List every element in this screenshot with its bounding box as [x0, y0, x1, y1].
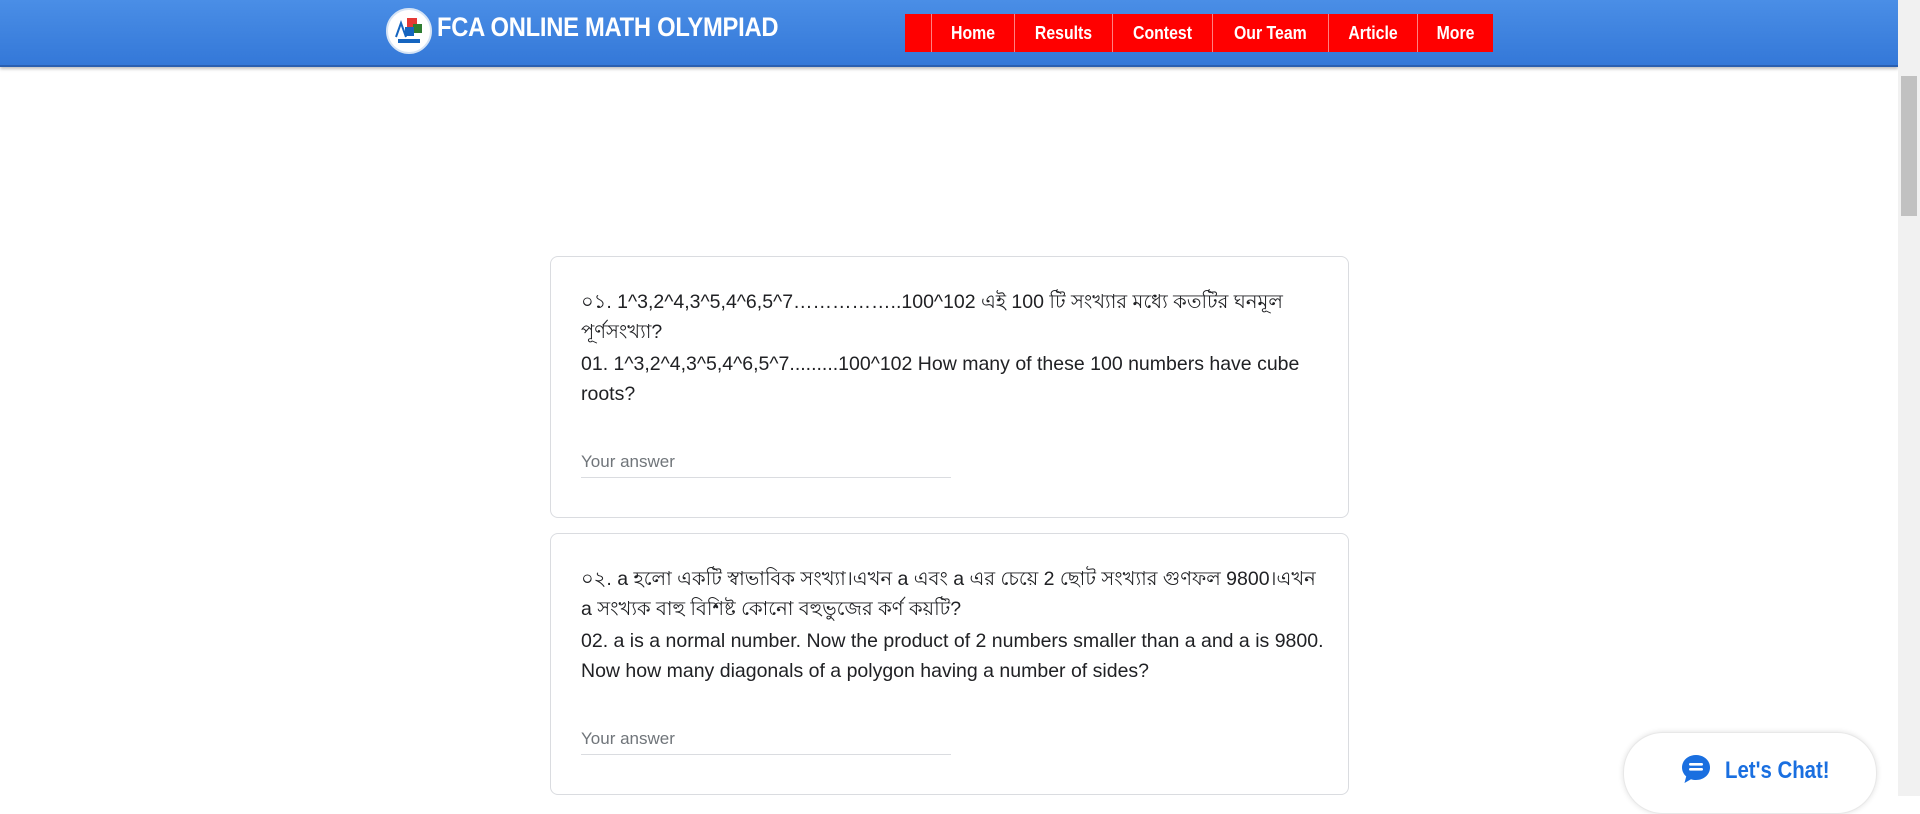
nav-our-team-label: Our Team: [1234, 23, 1307, 43]
nav-results-label: Results: [1034, 23, 1093, 43]
nav-home[interactable]: Home: [931, 14, 1014, 52]
nav-contest-label: Contest: [1133, 23, 1193, 43]
scrollbar[interactable]: [1898, 0, 1920, 796]
site-header: FCA ONLINE MATH OLYMPIAD Home Results Co…: [0, 0, 1898, 67]
nav-article-label: Article: [1348, 23, 1398, 43]
chat-button[interactable]: Let's Chat!: [1623, 732, 1877, 814]
chat-bubble-icon: [1682, 755, 1710, 783]
answer-input-1[interactable]: [581, 447, 951, 478]
nav-more-label: More: [1436, 23, 1475, 43]
chat-label: Let's Chat!: [1725, 757, 1830, 784]
main-nav: Home Results Contest Our Team Article Mo…: [905, 14, 1493, 52]
question-2-english: 02. a is a normal number. Now the produc…: [581, 630, 1324, 682]
question-1-english: 01. 1^3,2^4,3^5,4^6,5^7.........100^102 …: [581, 353, 1300, 405]
question-card-1: ০১. 1^3,2^4,3^5,4^6,5^7……………..100^102 এই…: [550, 256, 1349, 518]
answer-input-2[interactable]: [581, 724, 951, 755]
site-title[interactable]: FCA ONLINE MATH OLYMPIAD: [437, 12, 779, 43]
question-1-bangla: ০১. 1^3,2^4,3^5,4^6,5^7……………..100^102 এই…: [581, 291, 1283, 343]
nav-home-label: Home: [951, 23, 996, 43]
scrollbar-thumb[interactable]: [1901, 76, 1917, 216]
nav-article[interactable]: Article: [1327, 14, 1417, 52]
nav-more[interactable]: More: [1416, 14, 1493, 52]
question-card-2: ০২. a হলো একটি স্বাভাবিক সংখ্যা।এখন a এব…: [550, 533, 1349, 795]
nav-contest[interactable]: Contest: [1112, 14, 1212, 52]
logo-icon[interactable]: [386, 8, 432, 54]
nav-our-team[interactable]: Our Team: [1212, 14, 1328, 52]
question-2-bangla: ০২. a হলো একটি স্বাভাবিক সংখ্যা।এখন a এব…: [581, 568, 1316, 620]
nav-results[interactable]: Results: [1014, 14, 1112, 52]
